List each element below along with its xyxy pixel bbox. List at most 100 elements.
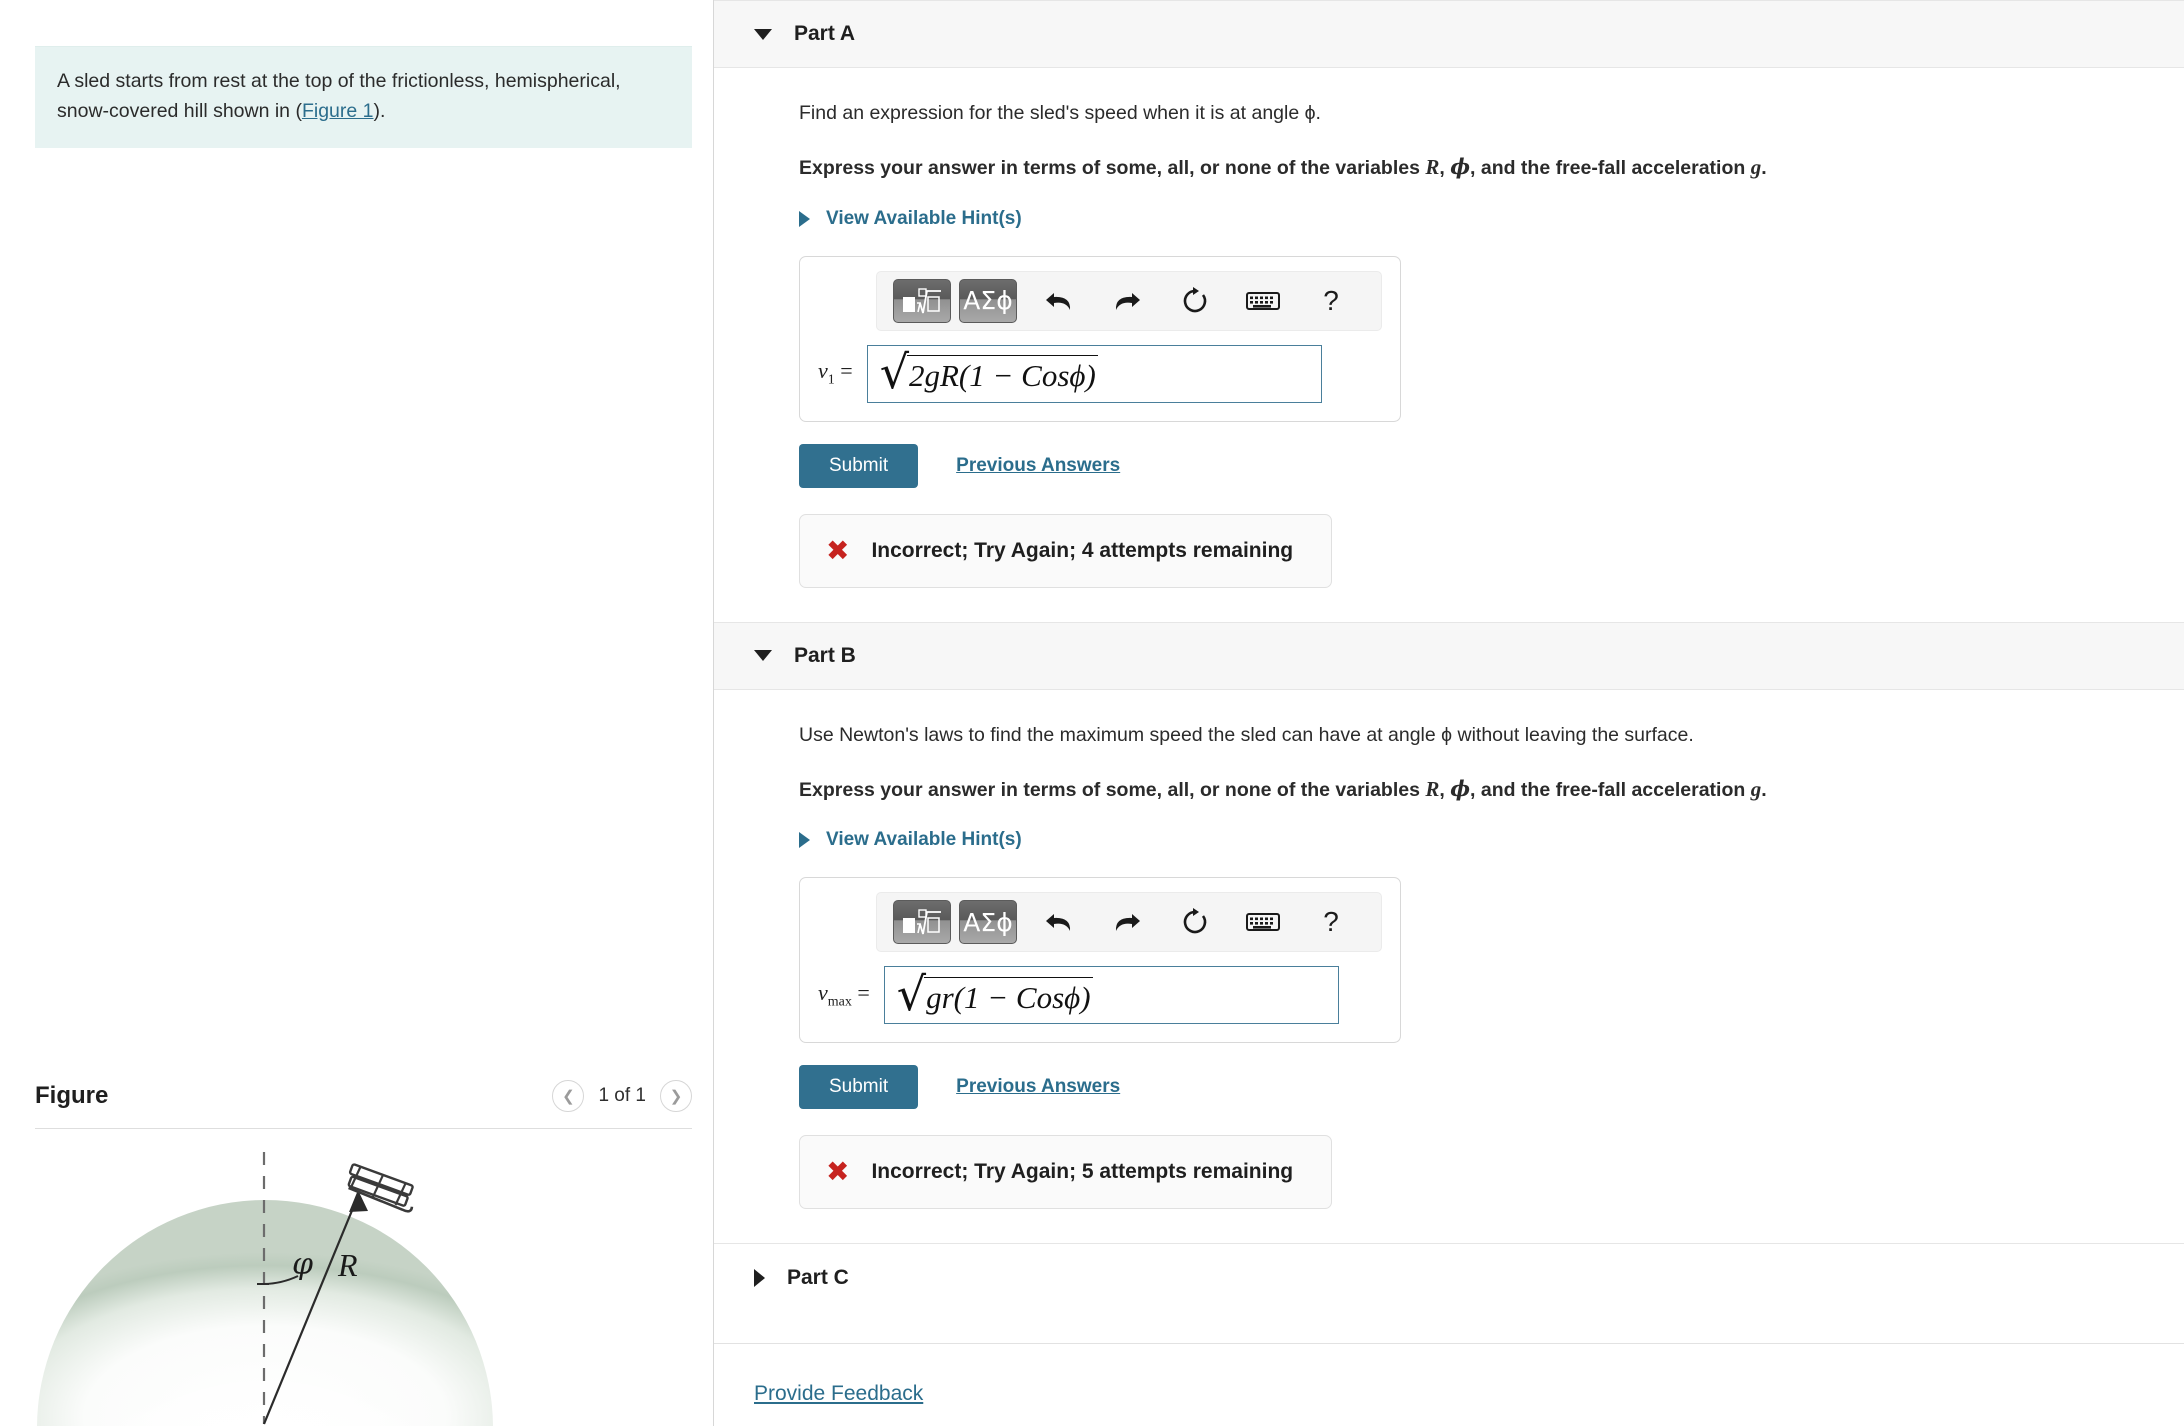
math-template-glyph [903,287,941,313]
figure-header: Figure ❮ 1 of 1 ❯ [35,1080,692,1129]
instruction-var-phi: ϕ [1450,775,1471,801]
part-a-answer-widget: ΑΣϕ ? v1 = √ 2gR(1 − Cosϕ) [799,255,1401,422]
instruction-pre: Express your answer in terms of some, al… [799,778,1426,801]
radical-a: √ 2gR(1 − Cosϕ) [880,349,1098,395]
part-a-title: Part A [794,22,856,45]
part-a-answer-row: v1 = √ 2gR(1 − Cosϕ) [818,344,1382,403]
x-mark-icon: ✖ [826,1155,850,1189]
part-b-view-hints-toggle[interactable]: View Available Hint(s) [799,829,1022,851]
part-header-c[interactable]: Part C [714,1243,2184,1312]
caret-right-icon [799,832,810,849]
figure-page-label: 1 of 1 [598,1085,646,1106]
figure-panel-title: Figure [35,1082,109,1109]
chevron-left-icon[interactable]: ❮ [552,1080,585,1112]
part-a-body: Find an expression for the sled's speed … [714,68,2184,622]
instruction-end: . [1761,157,1767,180]
figure-pager: ❮ 1 of 1 ❯ [552,1080,692,1112]
caret-down-icon[interactable] [754,650,772,662]
caret-right-icon[interactable] [754,1268,765,1287]
part-a-feedback-text: Incorrect; Try Again; 4 attempts remaini… [871,538,1294,562]
part-b-feedback-box: ✖ Incorrect; Try Again; 5 attempts remai… [799,1135,1333,1210]
part-b-answer-expression: √ gr(1 − Cosϕ) [896,966,1093,1021]
figure-image[interactable]: φ R [35,1136,692,1426]
part-a-answer-expression: √ 2gR(1 − Cosϕ) [880,349,1098,395]
math-template-icon[interactable] [893,900,951,945]
math-template-icon[interactable] [893,278,951,323]
part-b-submit-button[interactable]: Submit [799,1065,919,1110]
part-header-b[interactable]: Part B [714,621,2184,690]
greek-symbols-icon[interactable]: ΑΣϕ [959,900,1017,945]
reset-circular-arrow-icon[interactable] [1170,900,1220,944]
part-b-answer-widget: ΑΣϕ ? vmax = √ gr(1 − Cosϕ) [799,877,1401,1044]
undo-arrow-icon[interactable] [1034,279,1084,323]
keyboard-icon[interactable] [1238,900,1288,944]
instruction-sep: , [1439,157,1451,180]
math-template-glyph [903,909,941,935]
keyboard-glyph [1246,291,1280,310]
var-v: v [818,358,828,384]
instruction-mid: , and the free-fall acceleration [1470,157,1751,180]
redo-arrow-icon[interactable] [1102,279,1152,323]
question-mark-icon[interactable]: ? [1306,279,1356,323]
radius-label: R [337,1247,358,1283]
undo-arrow-icon[interactable] [1034,900,1084,944]
part-b-math-toolbar: ΑΣϕ ? [876,892,1382,953]
part-b-hints-label: View Available Hint(s) [826,829,1022,851]
problem-statement-box: A sled starts from rest at the top of th… [35,46,692,149]
right-panel: Part A Find an expression for the sled's… [714,0,2184,1426]
keyboard-icon[interactable] [1238,279,1288,323]
part-a-math-toolbar: ΑΣϕ ? [876,270,1382,331]
radicand-a: 2gR(1 − Cosϕ) [907,354,1098,392]
part-b-question: Use Newton's laws to find the maximum sp… [799,723,1694,746]
part-a-submit-row: Submit Previous Answers [799,443,2184,488]
part-b-feedback-text: Incorrect; Try Again; 5 attempts remaini… [871,1160,1294,1184]
problem-statement-text: A sled starts from rest at the top of th… [57,67,670,126]
keyboard-glyph [1246,913,1280,932]
part-b-instruction: Express your answer in terms of some, al… [799,774,2184,804]
instruction-mid: , and the free-fall acceleration [1470,778,1751,801]
instruction-end: . [1761,778,1767,801]
problem-page: A sled starts from rest at the top of th… [0,0,2184,1426]
instruction-var-g: g [1750,155,1762,180]
radical-sign-icon: √ [896,966,927,1021]
question-mark-icon[interactable]: ? [1306,900,1356,944]
instruction-var-R: R [1425,776,1440,801]
part-b-answer-row: vmax = √ gr(1 − Cosϕ) [818,966,1382,1025]
var-subscript: 1 [827,372,835,388]
redo-arrow-icon[interactable] [1102,900,1152,944]
equals-sign: = [857,980,870,1006]
phi-label: φ [292,1247,313,1282]
part-a-instruction: Express your answer in terms of some, al… [799,152,2184,182]
chevron-right-icon[interactable]: ❯ [660,1080,692,1112]
instruction-var-phi: ϕ [1450,154,1471,180]
provide-feedback-link[interactable]: Provide Feedback [754,1382,923,1406]
undo-glyph [1046,292,1071,310]
redo-glyph [1115,914,1140,932]
part-b-answer-input[interactable]: √ gr(1 − Cosϕ) [883,966,1339,1025]
undo-glyph [1046,914,1071,932]
caret-down-icon[interactable] [754,28,772,40]
part-a-answer-input[interactable]: √ 2gR(1 − Cosϕ) [866,344,1322,403]
part-a-answer-variable-label: v1 = [818,358,867,388]
equals-sign: = [840,358,853,384]
footer-divider [714,1343,2184,1345]
reset-glyph [1183,286,1207,312]
part-a-view-hints-toggle[interactable]: View Available Hint(s) [799,208,1022,230]
left-panel: A sled starts from rest at the top of th… [0,0,714,1426]
caret-right-icon [799,210,810,227]
spacer-b [799,1209,2184,1243]
part-header-a[interactable]: Part A [714,0,2184,68]
part-a-previous-answers-link[interactable]: Previous Answers [956,455,1120,477]
part-a-feedback-box: ✖ Incorrect; Try Again; 4 attempts remai… [799,513,1333,588]
part-b-previous-answers-link[interactable]: Previous Answers [956,1076,1120,1098]
reset-circular-arrow-icon[interactable] [1170,279,1220,323]
greek-symbols-icon[interactable]: ΑΣϕ [959,278,1017,323]
figure-1-link[interactable]: Figure 1 [302,100,374,122]
part-a-submit-button[interactable]: Submit [799,443,919,488]
problem-text-after-link: ). [373,99,386,122]
var-subscript: max [827,994,852,1010]
hill-diagram-svg: φ R [37,1152,493,1426]
redo-glyph [1115,292,1140,310]
reset-glyph [1183,908,1207,934]
radicand-b: gr(1 − Cosϕ) [924,976,1093,1014]
